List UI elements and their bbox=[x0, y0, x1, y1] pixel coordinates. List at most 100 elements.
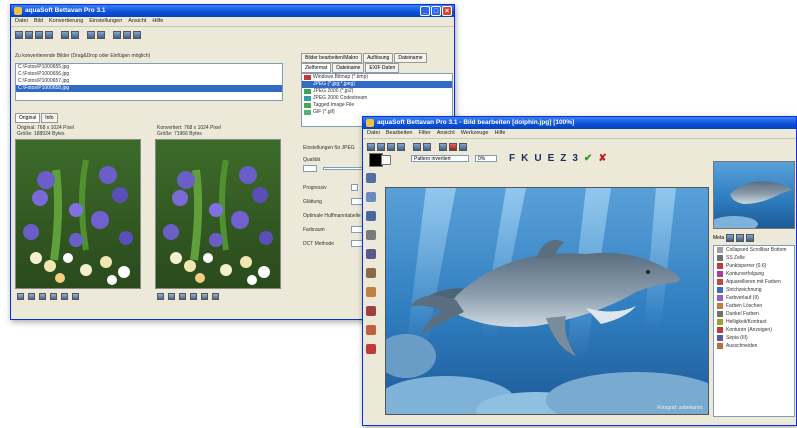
menu-datei[interactable]: Datei bbox=[367, 129, 380, 138]
filter-remove-icon[interactable] bbox=[736, 234, 745, 242]
eraser-tool-icon[interactable] bbox=[365, 306, 376, 316]
zoom-in-icon[interactable] bbox=[17, 293, 24, 300]
format-item[interactable]: GIF (*.gif) bbox=[302, 109, 452, 116]
brush-tool-icon[interactable] bbox=[365, 287, 376, 297]
file-item[interactable]: C:\Fotos\P1000656.jpg bbox=[16, 71, 282, 78]
filter-item[interactable]: Sepia (III) bbox=[714, 334, 794, 342]
info-icon[interactable] bbox=[123, 30, 131, 39]
fill-mode-select[interactable]: Pattern invertiert bbox=[411, 155, 469, 162]
tab-resolution[interactable]: Auflösung bbox=[363, 53, 394, 63]
tab-filename-top[interactable]: Dateiname bbox=[394, 53, 427, 63]
file-item-selected[interactable]: C:\Fotos\P1000658.jpg bbox=[16, 85, 282, 92]
tab-original[interactable]: Original bbox=[15, 113, 41, 123]
preview-icon[interactable] bbox=[71, 30, 79, 39]
align-button[interactable]: E bbox=[548, 153, 555, 165]
filter-item[interactable]: Strichzeichnung bbox=[714, 286, 794, 294]
open-icon[interactable] bbox=[15, 30, 23, 39]
effect-button[interactable]: 3 bbox=[572, 153, 578, 165]
filter-item[interactable]: Collapsed Scrollbar Bottom bbox=[714, 246, 794, 254]
file-item[interactable]: C:\Fotos\P1000657.jpg bbox=[16, 78, 282, 85]
fit-icon[interactable] bbox=[39, 293, 46, 300]
menu-hilfe[interactable]: Hilfe bbox=[152, 17, 163, 26]
format-item[interactable]: JPEG 2000 (*.jp2) bbox=[302, 88, 452, 95]
menu-ansicht[interactable]: Ansicht bbox=[437, 129, 455, 138]
filter-item[interactable]: Farben Löschen bbox=[714, 302, 794, 310]
menu-bearbeiten[interactable]: Bearbeiten bbox=[386, 129, 413, 138]
filter-item[interactable]: Ausschneiden bbox=[714, 342, 794, 350]
zoom-in-icon[interactable] bbox=[157, 293, 164, 300]
flip-icon[interactable] bbox=[201, 293, 208, 300]
undo-icon[interactable] bbox=[413, 142, 421, 151]
filter-item[interactable]: Helligkeit/Kontrast bbox=[714, 318, 794, 326]
dolphin-canvas[interactable]: Fotograf: unbekannt bbox=[385, 187, 709, 415]
edit-icon[interactable] bbox=[87, 30, 95, 39]
format-item-selected[interactable]: JPEG (*.jpg;*.jpeg) bbox=[302, 81, 452, 88]
move-tool-icon[interactable] bbox=[365, 192, 376, 202]
print-icon[interactable] bbox=[72, 293, 79, 300]
menu-hilfe[interactable]: Hilfe bbox=[494, 129, 505, 138]
print-icon[interactable] bbox=[212, 293, 219, 300]
color-swatch-secondary[interactable] bbox=[381, 155, 391, 165]
menu-bild[interactable]: Bild bbox=[34, 17, 43, 26]
convert-icon[interactable] bbox=[61, 30, 69, 39]
menu-einstellungen[interactable]: Einstellungen bbox=[89, 17, 122, 26]
apply-button[interactable]: ✔ bbox=[584, 153, 592, 165]
paste-icon[interactable] bbox=[459, 142, 467, 151]
filter-save-icon[interactable] bbox=[746, 234, 755, 242]
rotate-icon[interactable] bbox=[50, 293, 57, 300]
add-icon[interactable] bbox=[25, 30, 33, 39]
file-item[interactable]: C:\Fotos\P1000655.jpg bbox=[16, 64, 282, 71]
format-item[interactable]: JPEG 2000 Codestream bbox=[302, 95, 452, 102]
copy-icon[interactable] bbox=[449, 142, 457, 151]
help-icon[interactable] bbox=[113, 30, 121, 39]
menu-konvertierung[interactable]: Konvertierung bbox=[49, 17, 83, 26]
progressive-checkbox[interactable] bbox=[351, 184, 358, 191]
line-tool-icon[interactable] bbox=[365, 268, 376, 278]
filter-item[interactable]: Konturverfolgung bbox=[714, 270, 794, 278]
text-tool-icon[interactable] bbox=[365, 344, 376, 354]
menu-werkzeuge[interactable]: Werkzeuge bbox=[461, 129, 489, 138]
open-icon[interactable] bbox=[377, 142, 385, 151]
underline-button[interactable]: U bbox=[534, 153, 541, 165]
quality-field[interactable] bbox=[303, 165, 317, 172]
tab-filename[interactable]: Dateiname bbox=[332, 63, 365, 73]
rotate-icon[interactable] bbox=[190, 293, 197, 300]
filter-item[interactable]: Farbverlauf (II) bbox=[714, 294, 794, 302]
menu-datei[interactable]: Datei bbox=[15, 17, 28, 26]
cut-icon[interactable] bbox=[439, 142, 447, 151]
fill-tool-icon[interactable] bbox=[365, 325, 376, 335]
italic-button[interactable]: K bbox=[521, 153, 528, 165]
print-icon[interactable] bbox=[397, 142, 405, 151]
filter-item[interactable]: Dunkel Farben bbox=[714, 310, 794, 318]
cancel-button[interactable]: ✘ bbox=[598, 153, 606, 165]
converter-title-bar[interactable]: aquaSoft Bettavan Pro 3.1 _ □ × bbox=[11, 5, 454, 17]
tab-exif[interactable]: EXIF Daten bbox=[365, 63, 400, 73]
tab-macro[interactable]: Bilder bearbeiten/Makro bbox=[301, 53, 363, 63]
fill-button[interactable]: F bbox=[509, 153, 515, 165]
new-icon[interactable] bbox=[367, 142, 375, 151]
settings-icon[interactable] bbox=[97, 30, 105, 39]
minimize-button[interactable]: _ bbox=[420, 6, 430, 16]
redo-icon[interactable] bbox=[423, 142, 431, 151]
menu-ansicht[interactable]: Ansicht bbox=[128, 17, 146, 26]
wand-tool-icon[interactable] bbox=[365, 230, 376, 240]
zoom-out-icon[interactable] bbox=[168, 293, 175, 300]
navigator-thumbnail[interactable] bbox=[713, 161, 795, 229]
pen-tool-icon[interactable] bbox=[365, 249, 376, 259]
exit-icon[interactable] bbox=[133, 30, 141, 39]
menu-filter[interactable]: Filter bbox=[418, 129, 430, 138]
flip-icon[interactable] bbox=[61, 293, 68, 300]
select-tool-icon[interactable] bbox=[365, 173, 376, 183]
size-button[interactable]: Z bbox=[560, 153, 566, 165]
filter-item[interactable]: SS Zelle bbox=[714, 254, 794, 262]
remove-icon[interactable] bbox=[35, 30, 43, 39]
filter-item[interactable]: Punktsperrer (0.6) bbox=[714, 262, 794, 270]
fit-icon[interactable] bbox=[179, 293, 186, 300]
format-item[interactable]: Tagged Image File bbox=[302, 102, 452, 109]
save-icon[interactable] bbox=[387, 142, 395, 151]
zoom-out-icon[interactable] bbox=[28, 293, 35, 300]
file-list[interactable]: C:\Fotos\P1000655.jpg C:\Fotos\P1000656.… bbox=[15, 63, 283, 101]
editor-title-bar[interactable]: aquaSoft Bettavan Pro 3.1 - Bild bearbei… bbox=[363, 117, 796, 129]
close-button[interactable]: × bbox=[442, 6, 452, 16]
tab-info[interactable]: Info bbox=[41, 113, 58, 123]
